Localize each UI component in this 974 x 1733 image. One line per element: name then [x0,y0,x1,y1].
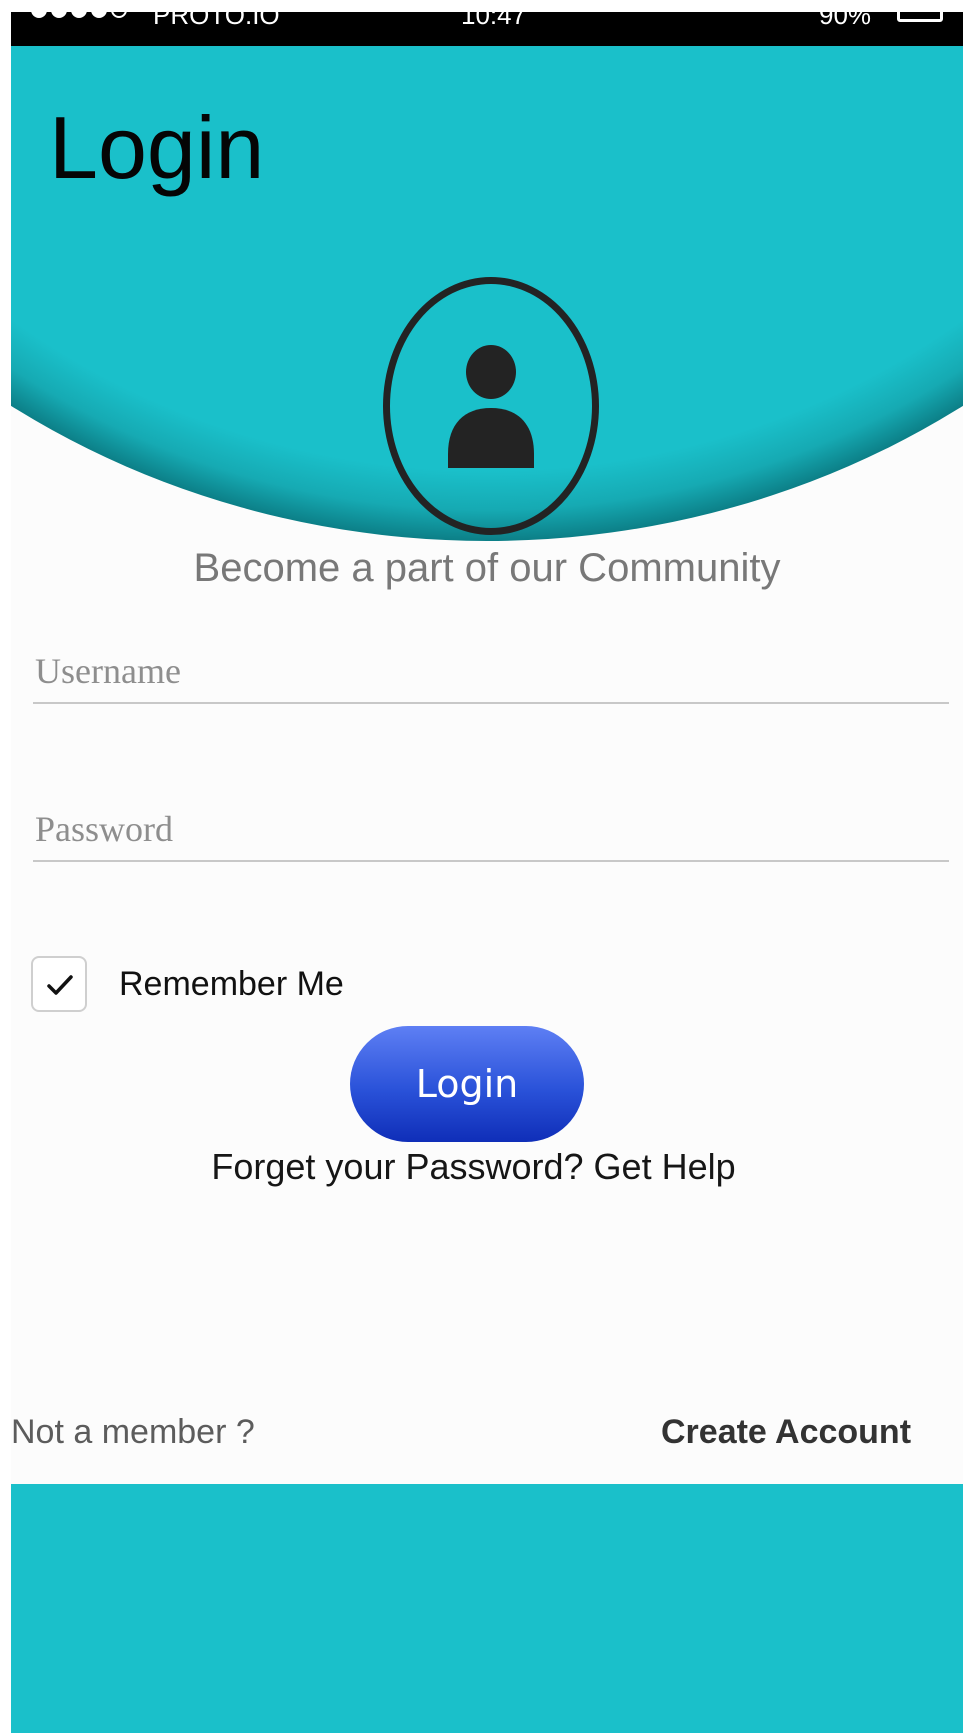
username-field[interactable] [33,640,949,704]
remember-me-label[interactable]: Remember Me [119,965,344,1004]
tagline: Become a part of our Community [193,546,781,590]
login-button[interactable]: Login [350,1026,584,1142]
battery-percent: 90% [819,12,872,30]
password-field[interactable] [33,798,949,862]
checkmark-icon [47,975,73,995]
forgot-password-link[interactable]: Forget your Password? Get Help [11,1146,936,1188]
remember-me-checkbox[interactable] [31,956,87,1012]
not-member-label: Not a member ? [11,1413,255,1451]
avatar [383,277,599,535]
login-screen: PROTO.IO 10:47 90% Login Become a part o… [11,12,963,1733]
status-time: 10:47 [461,12,527,30]
battery-icon [897,12,943,22]
create-account-link[interactable]: Create Account [661,1413,911,1452]
page-title: Login [49,98,265,197]
user-icon [448,345,534,468]
bottom-panel [11,1484,963,1733]
signal-dots-icon [31,12,127,18]
status-bar: PROTO.IO 10:47 90% [11,12,963,46]
carrier-label: PROTO.IO [153,12,280,30]
